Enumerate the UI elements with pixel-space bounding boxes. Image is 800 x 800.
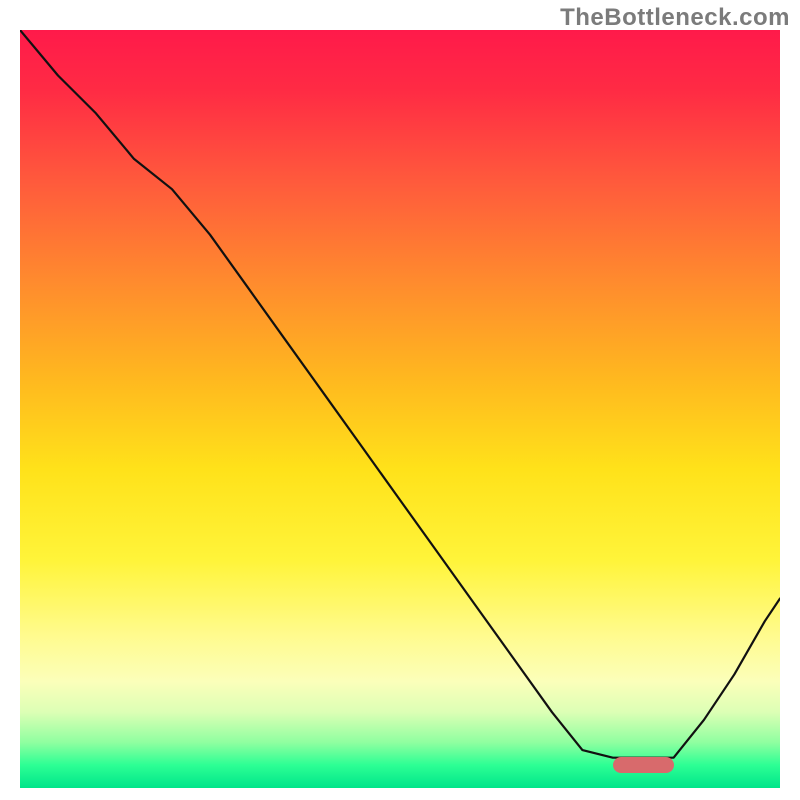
bottleneck-curve bbox=[20, 30, 780, 758]
curve-svg bbox=[20, 30, 780, 788]
watermark-text: TheBottleneck.com bbox=[560, 4, 790, 32]
plot-area bbox=[20, 30, 780, 788]
chart-container: TheBottleneck.com bbox=[0, 0, 800, 800]
optimal-range-marker bbox=[613, 757, 674, 773]
